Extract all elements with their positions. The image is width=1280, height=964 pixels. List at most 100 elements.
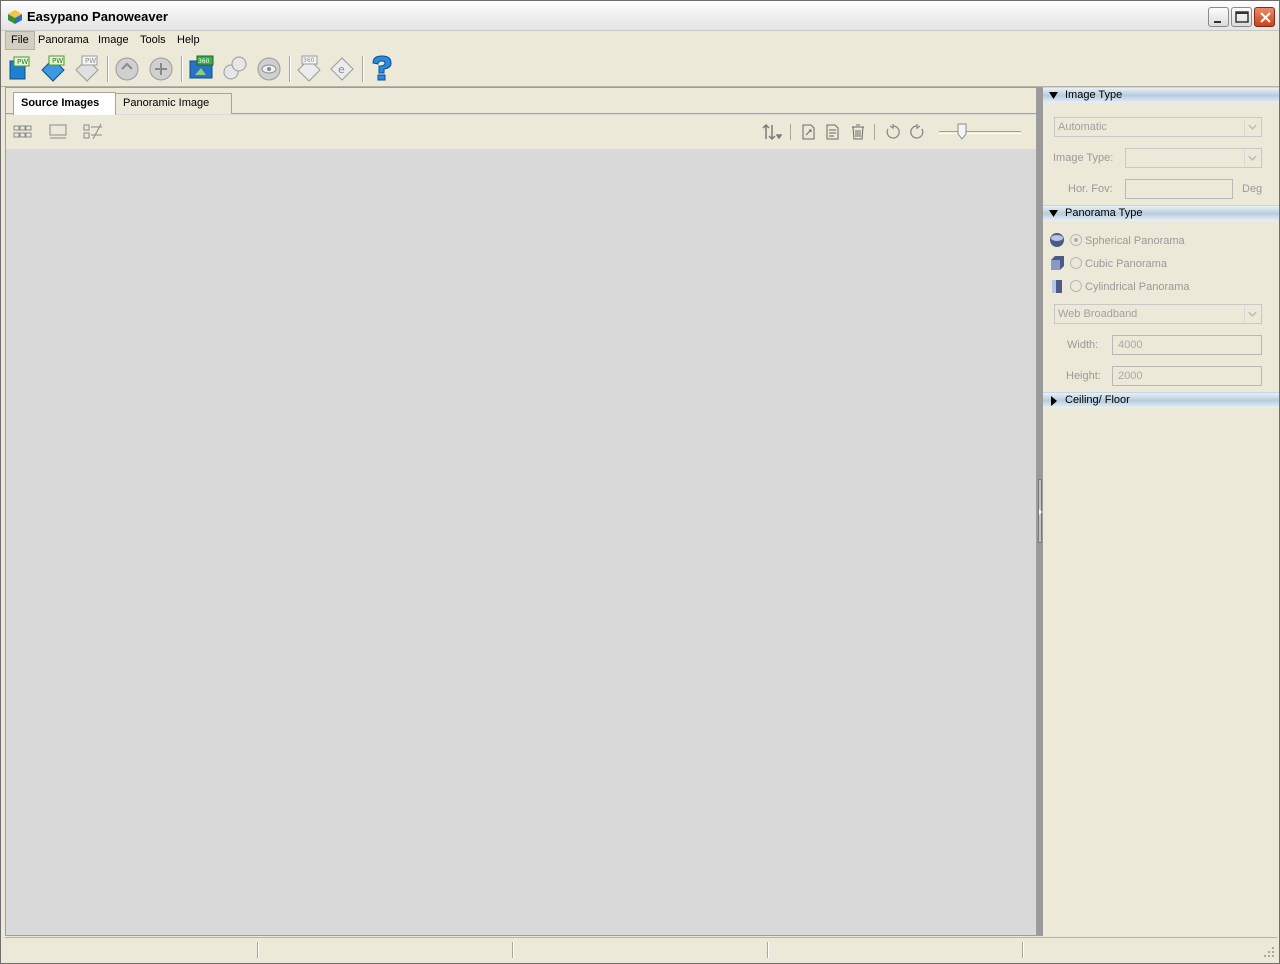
- image-properties-icon[interactable]: [823, 123, 843, 141]
- ceiling-floor-header[interactable]: Ceiling/ Floor: [1043, 392, 1279, 408]
- combo-value: Web Broadband: [1058, 308, 1138, 320]
- large-view-icon[interactable]: [48, 123, 68, 141]
- thumbnail-view-icon[interactable]: [13, 123, 33, 141]
- splitter-grip[interactable]: [1038, 479, 1042, 543]
- tab-panoramic-image[interactable]: Panoramic Image: [115, 93, 232, 114]
- maximize-button[interactable]: [1231, 7, 1252, 27]
- height-label: Height:: [1066, 370, 1101, 382]
- status-separator: [1022, 942, 1024, 958]
- toolbar-separator: [181, 56, 183, 82]
- main-toolbar: PW PW PW 360 360 e: [1, 50, 1279, 87]
- width-input[interactable]: 4000: [1112, 335, 1262, 355]
- window-title: Easypano Panoweaver: [27, 9, 168, 24]
- hor-fov-input[interactable]: [1125, 179, 1233, 199]
- toolbar-separator: [107, 56, 109, 82]
- save-project-icon[interactable]: PW: [73, 54, 101, 82]
- cubic-panorama-label[interactable]: Cubic Panorama: [1085, 258, 1167, 270]
- status-separator: [257, 942, 259, 958]
- status-separator: [767, 942, 769, 958]
- image-workspace[interactable]: [6, 149, 1036, 935]
- menu-help[interactable]: Help: [172, 31, 205, 50]
- maximize-icon: [1235, 11, 1249, 23]
- menu-image[interactable]: Image: [93, 31, 134, 50]
- hor-fov-label: Hor. Fov:: [1068, 183, 1113, 195]
- output-preset-combo[interactable]: Web Broadband: [1054, 304, 1262, 324]
- source-images-toolbar: [6, 115, 1036, 149]
- properties-panel: Image Type Automatic Image Type: Hor. Fo…: [1043, 87, 1279, 936]
- dropdown-arrow-icon: [1244, 150, 1257, 166]
- publish-360-icon[interactable]: 360: [187, 54, 215, 82]
- stitch-all-icon[interactable]: [147, 54, 175, 82]
- image-type-mode-combo[interactable]: Automatic: [1054, 117, 1262, 137]
- dropdown-arrow-icon: [1244, 306, 1257, 322]
- zoom-slider-track[interactable]: [939, 131, 1021, 134]
- section-label: Ceiling/ Floor: [1065, 394, 1130, 406]
- help-icon[interactable]: [368, 54, 396, 82]
- close-button[interactable]: [1254, 7, 1275, 27]
- combo-value: Automatic: [1058, 121, 1107, 133]
- cylindrical-panorama-label[interactable]: Cylindrical Panorama: [1085, 281, 1190, 293]
- height-input[interactable]: 2000: [1112, 366, 1262, 386]
- cubic-panorama-radio[interactable]: [1070, 257, 1082, 269]
- new-project-icon[interactable]: PW: [5, 54, 33, 82]
- sort-icon[interactable]: [762, 123, 782, 141]
- zoom-slider-thumb[interactable]: [957, 123, 967, 140]
- status-separator: [512, 942, 514, 958]
- chevron-down-icon: [1049, 92, 1058, 99]
- preview-icon[interactable]: [255, 54, 283, 82]
- toolbar-separator: [289, 56, 291, 82]
- minimize-button[interactable]: [1208, 7, 1229, 27]
- tab-bar: Source Images Panoramic Image: [6, 88, 1036, 115]
- export-360-icon[interactable]: 360: [295, 54, 323, 82]
- stitch-icon[interactable]: [113, 54, 141, 82]
- cube-icon: [1051, 256, 1064, 270]
- main-panel: Source Images Panoramic Image: [5, 87, 1037, 936]
- image-type-label: Image Type:: [1053, 152, 1114, 164]
- sphere-icon: [1050, 233, 1064, 247]
- svg-text:360: 360: [198, 58, 210, 65]
- panorama-type-header[interactable]: Panorama Type: [1043, 205, 1279, 221]
- field-value: 4000: [1118, 339, 1143, 351]
- section-label: Panorama Type: [1065, 207, 1143, 219]
- section-label: Image Type: [1065, 89, 1123, 101]
- svg-text:PW: PW: [85, 57, 96, 65]
- toolbar-separator: [790, 124, 791, 140]
- svg-text:PW: PW: [17, 58, 28, 66]
- app-logo-icon: [8, 10, 22, 24]
- app-window: Easypano Panoweaver File Panorama Image …: [0, 0, 1280, 964]
- menu-bar: File Panorama Image Tools Help: [1, 31, 1279, 50]
- cylindrical-panorama-radio[interactable]: [1070, 280, 1082, 292]
- tab-source-images[interactable]: Source Images: [13, 92, 116, 115]
- menu-panorama[interactable]: Panorama: [33, 31, 94, 50]
- toolbar-separator: [362, 56, 364, 82]
- minimize-icon: [1214, 21, 1221, 23]
- radio-selected-dot: [1074, 238, 1078, 242]
- status-bar: [5, 937, 1277, 961]
- export-e-icon[interactable]: e: [328, 54, 356, 82]
- resize-grip-icon[interactable]: [1263, 946, 1275, 958]
- menu-tools[interactable]: Tools: [135, 31, 171, 50]
- svg-text:e: e: [338, 63, 345, 76]
- delete-image-icon[interactable]: [848, 123, 868, 141]
- svg-text:360: 360: [303, 57, 315, 64]
- add-image-icon[interactable]: [799, 123, 819, 141]
- spherical-panorama-label[interactable]: Spherical Panorama: [1085, 235, 1185, 247]
- spherical-panorama-radio[interactable]: [1070, 234, 1082, 246]
- chevron-right-icon: [1051, 396, 1057, 406]
- detail-view-icon[interactable]: [83, 123, 103, 141]
- chevron-down-icon: [1049, 210, 1058, 217]
- image-type-combo[interactable]: [1125, 148, 1262, 168]
- menu-file[interactable]: File: [5, 31, 35, 50]
- cylinder-icon: [1052, 280, 1062, 293]
- field-value: 2000: [1118, 370, 1143, 382]
- open-project-icon[interactable]: PW: [39, 54, 67, 82]
- title-bar: Easypano Panoweaver: [1, 1, 1279, 31]
- image-type-header[interactable]: Image Type: [1043, 87, 1279, 103]
- deg-label: Deg: [1242, 183, 1263, 195]
- svg-text:PW: PW: [52, 57, 63, 65]
- rotate-left-icon[interactable]: [883, 123, 903, 141]
- rotate-right-icon[interactable]: [907, 123, 927, 141]
- toolbar-separator: [874, 124, 875, 140]
- width-label: Width:: [1067, 339, 1099, 351]
- batch-stitch-icon[interactable]: [221, 54, 249, 82]
